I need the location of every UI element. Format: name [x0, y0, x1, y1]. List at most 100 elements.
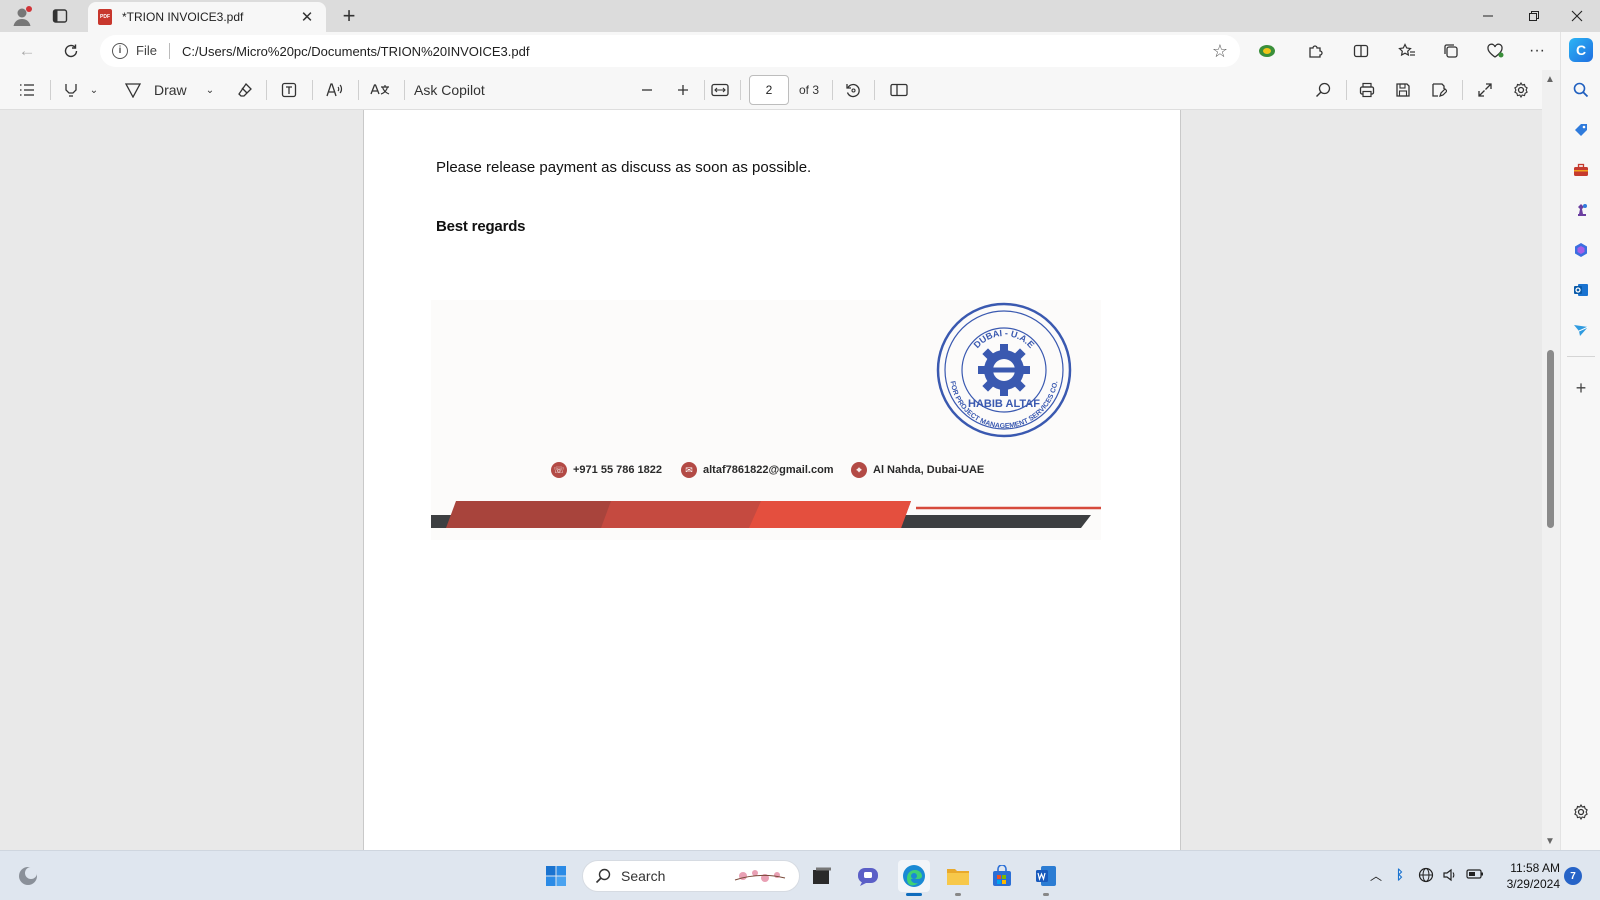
scrollbar-thumb[interactable] [1547, 350, 1554, 528]
plus-icon: + [342, 3, 356, 28]
sidebar-search-button[interactable] [1569, 78, 1593, 102]
open-app-indicator [955, 893, 961, 896]
restore-button[interactable] [1511, 0, 1557, 32]
tab-actions-button[interactable] [46, 0, 74, 32]
sidebar-drop-button[interactable] [1569, 318, 1593, 342]
add-text-button[interactable] [276, 76, 302, 104]
word-button[interactable] [1030, 860, 1062, 896]
draw-dropdown[interactable]: ⌄ [202, 76, 218, 104]
more-icon: ··· [1529, 42, 1545, 59]
fit-to-width-button[interactable] [706, 76, 734, 104]
sidebar-add-button[interactable]: + [1569, 376, 1593, 400]
gear-icon [1574, 804, 1588, 820]
notification-badge[interactable]: 7 [1564, 867, 1582, 885]
back-arrow-icon: ← [18, 41, 36, 60]
sidebar-outlook-button[interactable] [1569, 278, 1593, 302]
fullscreen-button[interactable] [1472, 76, 1498, 104]
translate-button[interactable] [366, 76, 394, 104]
favorites-button[interactable] [1392, 37, 1422, 65]
widgets-button[interactable] [12, 860, 44, 892]
close-window-button[interactable] [1554, 0, 1600, 32]
settings-more-button[interactable]: ··· [1522, 37, 1552, 65]
save-button[interactable] [1390, 76, 1416, 104]
network-icon[interactable] [1418, 867, 1434, 886]
highlight-button[interactable] [58, 76, 84, 104]
show-hidden-icons-chevron[interactable]: ︿ [1370, 867, 1382, 884]
pdf-icon: PDF [98, 9, 112, 25]
extension-globe-icon [1259, 45, 1275, 57]
clock-time: 11:58 AM [1510, 861, 1560, 875]
page-number-input[interactable] [749, 75, 789, 105]
scroll-up-icon[interactable]: ▲ [1545, 74, 1555, 85]
minimize-button[interactable] [1465, 0, 1511, 32]
tab-active[interactable]: PDF *TRION INVOICE3.pdf ✕ [88, 2, 326, 32]
sidebar-settings-button[interactable] [1569, 800, 1593, 824]
url-field[interactable]: i File C:/Users/Micro%20pc/Documents/TRI… [100, 35, 1240, 67]
erase-button[interactable] [232, 76, 258, 104]
split-screen-button[interactable] [1346, 37, 1376, 65]
vertical-scrollbar[interactable]: ▲ ▼ [1542, 70, 1560, 850]
extension-button[interactable] [1252, 37, 1282, 65]
taskbar-search-box[interactable]: Search [582, 860, 800, 892]
release-payment-text: Please release payment as discuss as soo… [436, 159, 812, 176]
collections-button[interactable] [1436, 37, 1466, 65]
rotate-button[interactable] [840, 76, 866, 104]
sidebar-games-button[interactable] [1569, 198, 1593, 222]
teams-button[interactable] [852, 860, 884, 892]
copilot-button[interactable]: C [1569, 38, 1593, 62]
windows-logo-icon [546, 866, 566, 886]
find-button[interactable] [1310, 76, 1336, 104]
copilot-icon: C [1575, 42, 1587, 58]
pdf-settings-button[interactable] [1508, 76, 1534, 104]
toolbar-divider [704, 80, 705, 100]
toolbox-icon [1574, 163, 1588, 176]
url-text[interactable]: C:/Users/Micro%20pc/Documents/TRION%20IN… [182, 44, 1212, 59]
refresh-button[interactable] [56, 36, 86, 66]
search-icon [595, 868, 611, 884]
zoom-in-button[interactable] [670, 76, 696, 104]
volume-icon[interactable] [1442, 867, 1458, 886]
battery-icon[interactable] [1466, 867, 1484, 884]
pdf-viewer-area[interactable]: Please release payment as discuss as soo… [0, 110, 1542, 850]
back-button[interactable]: ← [12, 36, 42, 66]
file-label: File [136, 43, 170, 59]
outlook-icon [1574, 284, 1588, 296]
eraser-icon [238, 82, 252, 97]
bluetooth-icon[interactable]: ᛒ [1396, 867, 1404, 882]
edge-taskbar-button[interactable] [898, 860, 930, 896]
close-tab-icon[interactable]: ✕ [298, 8, 316, 26]
profile-button[interactable] [8, 0, 36, 32]
list-icon [20, 84, 34, 96]
scroll-down-icon[interactable]: ▼ [1545, 836, 1555, 847]
refresh-icon [64, 44, 78, 58]
contents-button[interactable] [14, 76, 40, 104]
zoom-out-button[interactable] [634, 76, 660, 104]
phone-icon: ☏ [551, 462, 567, 478]
heart-pulse-icon [1487, 43, 1504, 58]
browser-essentials-button[interactable] [1480, 37, 1510, 65]
address-bar: ← i File C:/Users/Micro%20pc/Documents/T… [0, 32, 1600, 70]
taskview-button[interactable] [806, 860, 838, 892]
print-button[interactable] [1354, 76, 1380, 104]
toolbar-divider [874, 80, 875, 100]
page-view-button[interactable] [886, 76, 912, 104]
highlight-dropdown[interactable]: ⌄ [86, 76, 102, 104]
save-as-button[interactable] [1426, 76, 1452, 104]
globe-network-icon [1418, 867, 1434, 883]
speaker-icon [1443, 868, 1455, 882]
new-tab-button[interactable]: + [334, 0, 364, 32]
read-aloud-button[interactable] [322, 76, 348, 104]
info-icon[interactable]: i [112, 43, 128, 59]
extensions-button[interactable] [1300, 37, 1330, 65]
sidebar-shopping-button[interactable] [1569, 118, 1593, 142]
ask-copilot-button[interactable]: Ask Copilot [414, 76, 498, 104]
file-explorer-button[interactable] [942, 860, 974, 896]
start-button[interactable] [540, 860, 572, 892]
save-icon [1396, 83, 1410, 97]
store-button[interactable] [986, 860, 1018, 892]
sidebar-microsoft365-button[interactable] [1569, 238, 1593, 262]
minimize-icon [1483, 15, 1493, 17]
sidebar-tools-button[interactable] [1569, 158, 1593, 182]
favorite-star-icon[interactable]: ☆ [1212, 41, 1228, 62]
system-clock[interactable]: 11:58 AM 3/29/2024 [1494, 860, 1560, 892]
